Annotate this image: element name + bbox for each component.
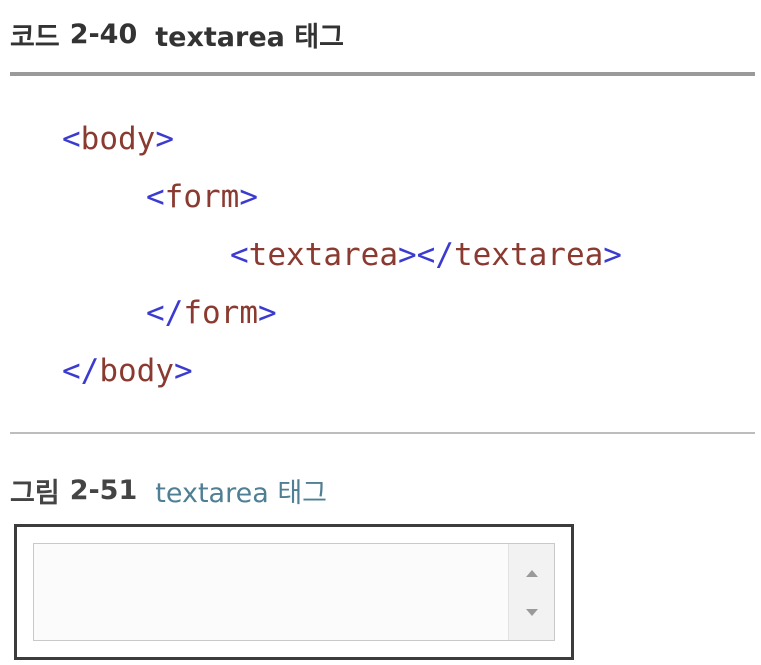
code-tag: textarea [248, 237, 398, 273]
code-caption-number: 2-40 [69, 18, 138, 50]
code-line-textarea: <textarea></textarea> [62, 226, 742, 284]
code-bracket: > [257, 295, 277, 331]
code-bracket: > [155, 121, 174, 157]
figure-caption-number: 2-51 [69, 474, 138, 506]
code-caption-title: textarea 태그 [155, 21, 344, 53]
code-tag: body [80, 121, 156, 157]
code-bracket: > [603, 237, 622, 273]
code-bracket: > [239, 179, 258, 215]
code-line-body-close: </body> [62, 342, 742, 400]
code-tag: form [183, 295, 258, 331]
code-bracket: ></ [397, 237, 454, 273]
code-block: <body> <form> <textarea></textarea> </fo… [62, 110, 742, 400]
code-line-form-open: <form> [62, 168, 742, 226]
bottom-divider [10, 432, 755, 434]
code-tag: body [99, 353, 174, 389]
textarea-input-area[interactable] [34, 544, 508, 640]
textarea-figure-frame [14, 524, 574, 660]
code-bracket: > [173, 353, 193, 389]
code-caption-prefix: 코드 [10, 21, 60, 53]
textarea-scrollbar[interactable] [508, 544, 554, 640]
code-bracket: < [146, 179, 165, 215]
code-bracket: </ [62, 353, 100, 389]
code-line-body-open: <body> [62, 110, 742, 168]
top-divider [10, 72, 755, 76]
code-bracket: </ [146, 295, 184, 331]
code-line-form-close: </form> [62, 284, 742, 342]
scroll-down-arrow-icon[interactable] [525, 609, 538, 616]
textarea-demo[interactable] [33, 543, 555, 641]
figure-caption: 그림 2-51 textarea 태그 [10, 468, 327, 512]
code-tag: form [164, 179, 240, 215]
figure-caption-prefix: 그림 [10, 477, 60, 509]
figure-caption-title: textarea 태그 [155, 477, 328, 509]
code-bracket: < [62, 121, 81, 157]
code-tag: textarea [453, 237, 604, 273]
code-bracket: < [230, 237, 249, 273]
code-caption: 코드 2-40 textarea 태그 [10, 14, 344, 54]
scroll-up-arrow-icon[interactable] [525, 570, 538, 577]
